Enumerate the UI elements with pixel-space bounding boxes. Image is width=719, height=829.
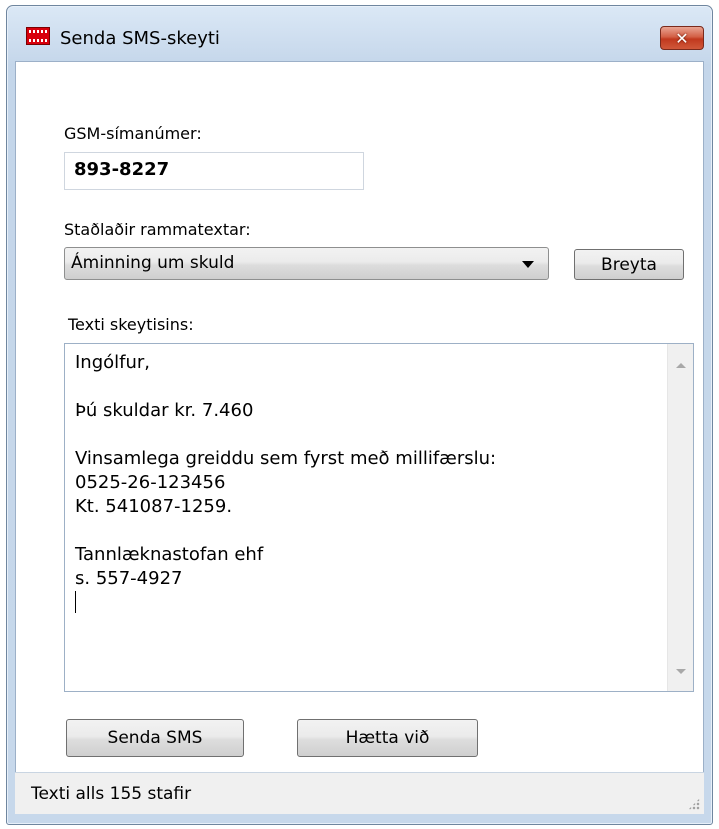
template-selected-value: Áminning um skuld	[71, 253, 235, 273]
send-sms-button[interactable]: Senda SMS	[66, 719, 244, 757]
sms-app-icon	[26, 27, 50, 45]
sms-dialog-window: Senda SMS-skeyti ✕ GSM-símanúmer: 893-82…	[6, 5, 713, 825]
message-line: Þú skuldar kr. 7.460	[75, 400, 254, 421]
message-line	[75, 519, 663, 543]
template-dropdown[interactable]: Áminning um skuld	[64, 247, 549, 280]
edit-template-button[interactable]: Breyta	[574, 249, 684, 280]
template-label: Staðlaðir rammatextar:	[64, 220, 251, 239]
message-line: Tannlæknastofan ehf	[75, 544, 264, 565]
dropdown-arrow-icon	[522, 261, 534, 268]
message-line: Kt. 541087-1259.	[75, 496, 233, 517]
message-line: 0525-26-123456	[75, 472, 226, 493]
scroll-up-arrow-icon[interactable]	[676, 363, 686, 368]
message-label: Texti skeytisins:	[68, 315, 194, 334]
message-line	[75, 423, 663, 447]
close-icon: ✕	[675, 28, 689, 48]
close-button[interactable]: ✕	[660, 26, 704, 50]
message-textarea[interactable]: Ingólfur, Þú skuldar kr. 7.460 Vinsamleg…	[64, 343, 694, 692]
resize-grip-icon[interactable]	[688, 798, 700, 810]
character-count-status: Texti alls 155 stafir	[31, 784, 192, 804]
message-line	[75, 375, 663, 399]
message-line: Ingólfur,	[75, 352, 151, 373]
cancel-button[interactable]: Hætta við	[297, 719, 478, 757]
window-title: Senda SMS-skeyti	[60, 28, 220, 49]
message-scrollbar[interactable]	[667, 344, 693, 691]
scroll-down-arrow-icon[interactable]	[676, 669, 686, 674]
title-bar: Senda SMS-skeyti ✕	[7, 6, 712, 61]
message-text: Ingólfur, Þú skuldar kr. 7.460 Vinsamleg…	[75, 351, 663, 616]
message-line: Vinsamlega greiddu sem fyrst með millifæ…	[75, 448, 497, 469]
dialog-body: GSM-símanúmer: 893-8227 Staðlaðir rammat…	[15, 61, 704, 772]
text-caret	[75, 591, 663, 616]
phone-number-input[interactable]: 893-8227	[64, 152, 364, 190]
status-bar: Texti alls 155 stafir	[15, 772, 704, 814]
phone-label: GSM-símanúmer:	[64, 124, 202, 143]
message-line: s. 557-4927	[75, 568, 183, 589]
